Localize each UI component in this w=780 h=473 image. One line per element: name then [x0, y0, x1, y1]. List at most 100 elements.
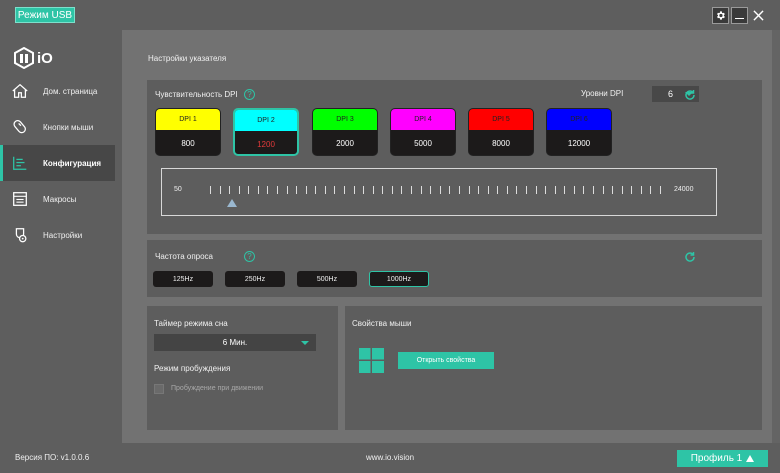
chevron-up-icon [746, 455, 755, 462]
polling-rate-card: Частота опроса ? 125Hz 250Hz 500Hz 1000H… [147, 240, 762, 297]
slider-tick [640, 186, 642, 194]
help-icon[interactable]: ? [244, 251, 255, 262]
slider-tick [592, 186, 594, 194]
sidebar: iO Дом. страница Кнопки мыши Конфигураци… [0, 30, 122, 443]
mouse-properties-label: Свойства мыши [352, 319, 412, 328]
wake-on-motion-checkbox[interactable] [154, 384, 164, 394]
close-icon[interactable] [750, 7, 767, 24]
dpi-box-header: DPI 2 [235, 110, 297, 131]
slider-tick [257, 186, 259, 194]
slider-tick [210, 186, 211, 194]
open-properties-button[interactable]: Открыть свойства [398, 352, 494, 369]
dpi-box-4[interactable]: DPI 4 5000 [390, 108, 456, 156]
sidebar-item-configuration[interactable]: Конфигурация [0, 145, 115, 181]
slider-tick [478, 186, 480, 194]
refresh-icon[interactable] [684, 89, 696, 101]
dpi-box-header: DPI 6 [547, 109, 611, 130]
website-link[interactable]: www.io.vision [366, 453, 414, 462]
dpi-slider-thumb[interactable] [226, 199, 237, 207]
dpi-box-5[interactable]: DPI 5 8000 [468, 108, 534, 156]
slider-tick [449, 186, 451, 194]
dpi-box-header: DPI 1 [156, 109, 220, 130]
slider-tick [573, 186, 575, 194]
slider-tick [468, 186, 470, 194]
slider-tick [229, 186, 231, 194]
sidebar-item-home[interactable]: Дом. страница [0, 73, 115, 109]
slider-tick [497, 186, 499, 194]
minimize-icon[interactable] [731, 7, 748, 24]
dpi-box-2[interactable]: DPI 2 1200 [233, 108, 299, 156]
dpi-box-header: DPI 3 [313, 109, 377, 130]
config-icon [13, 156, 27, 170]
slider-tick [583, 186, 585, 194]
dpi-levels-value: 6 [668, 89, 674, 99]
macro-icon [13, 192, 27, 206]
dpi-box-1[interactable]: DPI 1 800 [155, 108, 221, 156]
dpi-box-value: 8000 [492, 139, 510, 148]
profile-label: Профиль 1 [690, 453, 743, 464]
slider-tick [353, 186, 355, 194]
sleep-timer-select[interactable]: 6 Мин. [154, 334, 316, 351]
dpi-box-value: 12000 [567, 139, 591, 148]
logo-text: iO [37, 49, 53, 67]
slider-tick [612, 186, 614, 194]
dpi-slider[interactable]: 50 24000 [161, 168, 717, 216]
sidebar-item-settings[interactable]: Настройки [0, 217, 115, 253]
slider-tick [525, 186, 527, 194]
dpi-label: Чувствительность DPI [155, 90, 238, 99]
slider-tick [401, 186, 403, 194]
usb-mode-button[interactable]: Режим USB [15, 7, 75, 23]
sleep-timer-label: Таймер режима сна [154, 319, 228, 328]
dpi-box-value: 5000 [414, 139, 432, 148]
sidebar-item-label: Кнопки мыши [43, 122, 94, 132]
polling-rate-1000[interactable]: 1000Hz [369, 271, 429, 287]
slider-tick [219, 186, 221, 194]
sidebar-item-macros[interactable]: Макросы [0, 181, 115, 217]
slider-tick [382, 186, 384, 194]
wake-on-motion-label: Пробуждение при движении [171, 385, 264, 392]
slider-tick [564, 186, 566, 194]
polling-rate-500[interactable]: 500Hz [297, 271, 357, 287]
help-icon[interactable]: ? [244, 89, 255, 100]
slider-tick [430, 186, 432, 194]
slider-tick [334, 186, 336, 194]
sidebar-item-label: Дом. страница [43, 86, 98, 96]
profile-button[interactable]: Профиль 1 [677, 450, 768, 467]
dpi-box-3[interactable]: DPI 3 2000 [312, 108, 378, 156]
slider-tick [372, 186, 374, 194]
dpi-box-value: 2000 [336, 139, 354, 148]
slider-tick [324, 186, 326, 194]
mouse-properties-card: Свойства мыши Открыть свойства [345, 306, 762, 430]
app-window: Режим USB iO Дом. страница Кнопки мыши К… [0, 0, 780, 473]
slider-tick [439, 186, 441, 194]
title-bar: Режим USB [0, 0, 780, 30]
mouse-icon [13, 120, 26, 134]
dpi-box-6[interactable]: DPI 6 12000 [546, 108, 612, 156]
slider-tick [248, 186, 250, 194]
dpi-levels-label: Уровни DPI [581, 89, 624, 98]
settings-icon [15, 228, 27, 243]
slider-tick [296, 186, 298, 194]
slider-tick [267, 186, 269, 194]
slider-tick [554, 186, 556, 194]
logo: iO [14, 47, 53, 69]
sidebar-item-label: Настройки [43, 230, 83, 240]
refresh-icon[interactable] [684, 251, 696, 263]
slider-tick [631, 186, 633, 194]
chevron-down-icon [301, 341, 309, 345]
slider-tick [602, 186, 604, 194]
slider-tick [363, 186, 365, 194]
polling-rate-250[interactable]: 250Hz [225, 271, 285, 287]
slider-tick [305, 186, 307, 194]
gear-icon[interactable] [712, 7, 729, 24]
main-panel: Настройки указателя Чувствительность DPI… [122, 30, 772, 443]
io-logo-icon [14, 47, 34, 69]
slider-tick [238, 186, 240, 194]
slider-tick [411, 186, 413, 194]
dpi-card: Чувствительность DPI ? Уровни DPI 6 DPI … [147, 80, 762, 234]
slider-tick [650, 186, 652, 194]
sidebar-item-mouse-buttons[interactable]: Кнопки мыши [0, 109, 115, 145]
sleep-timer-value: 6 Мин. [222, 338, 248, 347]
polling-rate-125[interactable]: 125Hz [153, 271, 213, 287]
slider-tick [545, 186, 547, 194]
